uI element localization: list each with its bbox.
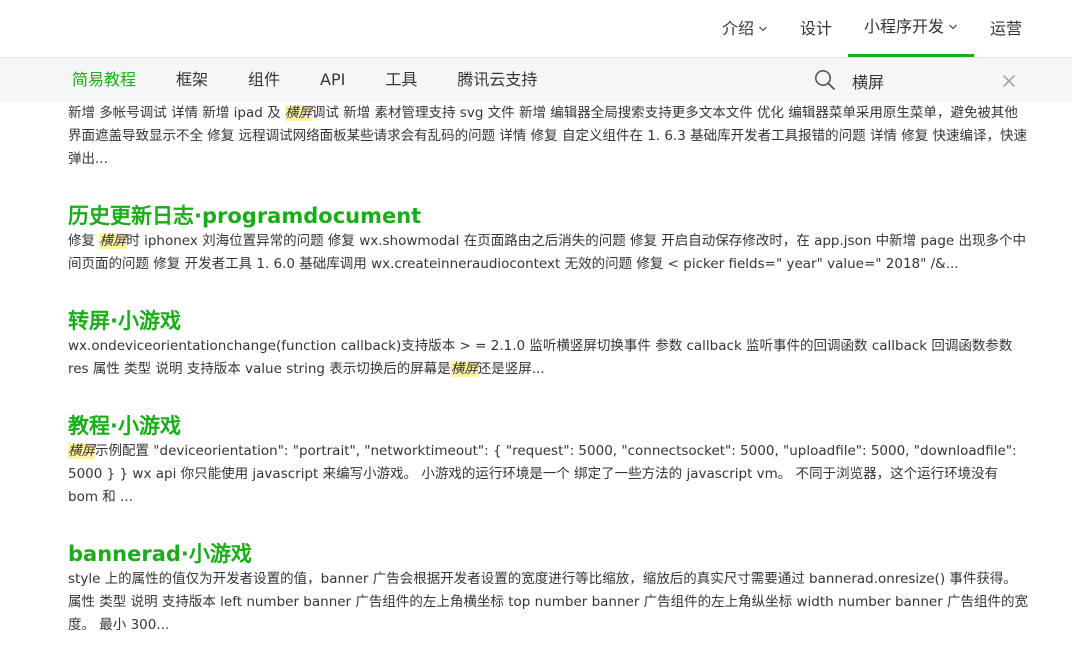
search-box — [812, 58, 1032, 102]
search-icon[interactable] — [814, 69, 836, 91]
tab-api[interactable]: API — [300, 58, 365, 102]
top-nav-item-operations[interactable]: 运营 — [974, 0, 1038, 57]
result-title[interactable]: 历史更新日志·programdocument — [68, 202, 1030, 230]
top-navigation: 介绍 设计 小程序开发 运营 — [0, 0, 1072, 58]
result-item: bannerad·小游戏 style 上的属性的值仅为开发者设置的值，banne… — [68, 540, 1030, 637]
search-input[interactable] — [850, 66, 994, 96]
search-term-highlight: 横屏 — [284, 105, 312, 121]
sub-nav-tabs: 简易教程 框架 组件 API 工具 腾讯云支持 — [52, 58, 557, 102]
search-term-highlight: 横屏 — [68, 443, 95, 459]
result-item: 教程·小游戏 横屏示例配置 "deviceorientation": "port… — [68, 412, 1030, 509]
search-term-highlight: 横屏 — [450, 361, 478, 377]
chevron-down-icon — [949, 24, 957, 30]
result-snippet: 修复 横屏时 iphonex 刘海位置异常的问题 修复 wx.showmodal… — [68, 233, 1026, 272]
top-nav-items: 介绍 设计 小程序开发 运营 — [706, 0, 1038, 57]
result-title[interactable]: 转屏·小游戏 — [68, 307, 1030, 335]
tab-simple-tutorial[interactable]: 简易教程 — [52, 58, 156, 102]
tab-framework[interactable]: 框架 — [156, 58, 228, 102]
close-icon[interactable] — [1002, 74, 1016, 88]
result-item: 转屏·小游戏 wx.ondeviceorientationchange(func… — [68, 307, 1030, 381]
top-nav-label: 小程序开发 — [863, 17, 944, 36]
sub-navigation: 简易教程 框架 组件 API 工具 腾讯云支持 — [0, 58, 1072, 102]
search-results: 新增 多帐号调试 详情 新增 ipad 及 横屏调试 新增 素材管理支持 svg… — [68, 102, 1030, 637]
top-nav-item-miniprogram-dev[interactable]: 小程序开发 — [847, 0, 974, 57]
search-term-highlight: 横屏 — [99, 233, 127, 249]
top-nav-label: 介绍 — [721, 18, 754, 38]
result-snippet: 横屏示例配置 "deviceorientation": "portrait", … — [68, 443, 1017, 505]
result-snippet: style 上的属性的值仅为开发者设置的值，banner 广告会根据开发者设置的… — [68, 571, 1029, 633]
result-title[interactable]: 教程·小游戏 — [68, 412, 1030, 440]
tab-tencent-cloud[interactable]: 腾讯云支持 — [437, 58, 557, 102]
top-nav-label: 运营 — [989, 18, 1022, 38]
top-nav-label: 设计 — [799, 18, 832, 38]
top-nav-item-design[interactable]: 设计 — [784, 0, 848, 57]
result-snippet: wx.ondeviceorientationchange(function ca… — [68, 338, 1013, 377]
result-item: 新增 多帐号调试 详情 新增 ipad 及 横屏调试 新增 素材管理支持 svg… — [68, 102, 1030, 171]
result-snippet: 新增 多帐号调试 详情 新增 ipad 及 横屏调试 新增 素材管理支持 svg… — [68, 105, 1028, 167]
result-item: 历史更新日志·programdocument 修复 横屏时 iphonex 刘海… — [68, 202, 1030, 276]
tab-components[interactable]: 组件 — [228, 58, 300, 102]
tab-tools[interactable]: 工具 — [365, 58, 437, 102]
result-title[interactable]: bannerad·小游戏 — [68, 540, 1030, 568]
chevron-down-icon — [758, 26, 767, 31]
top-nav-item-intro[interactable]: 介绍 — [706, 0, 784, 57]
